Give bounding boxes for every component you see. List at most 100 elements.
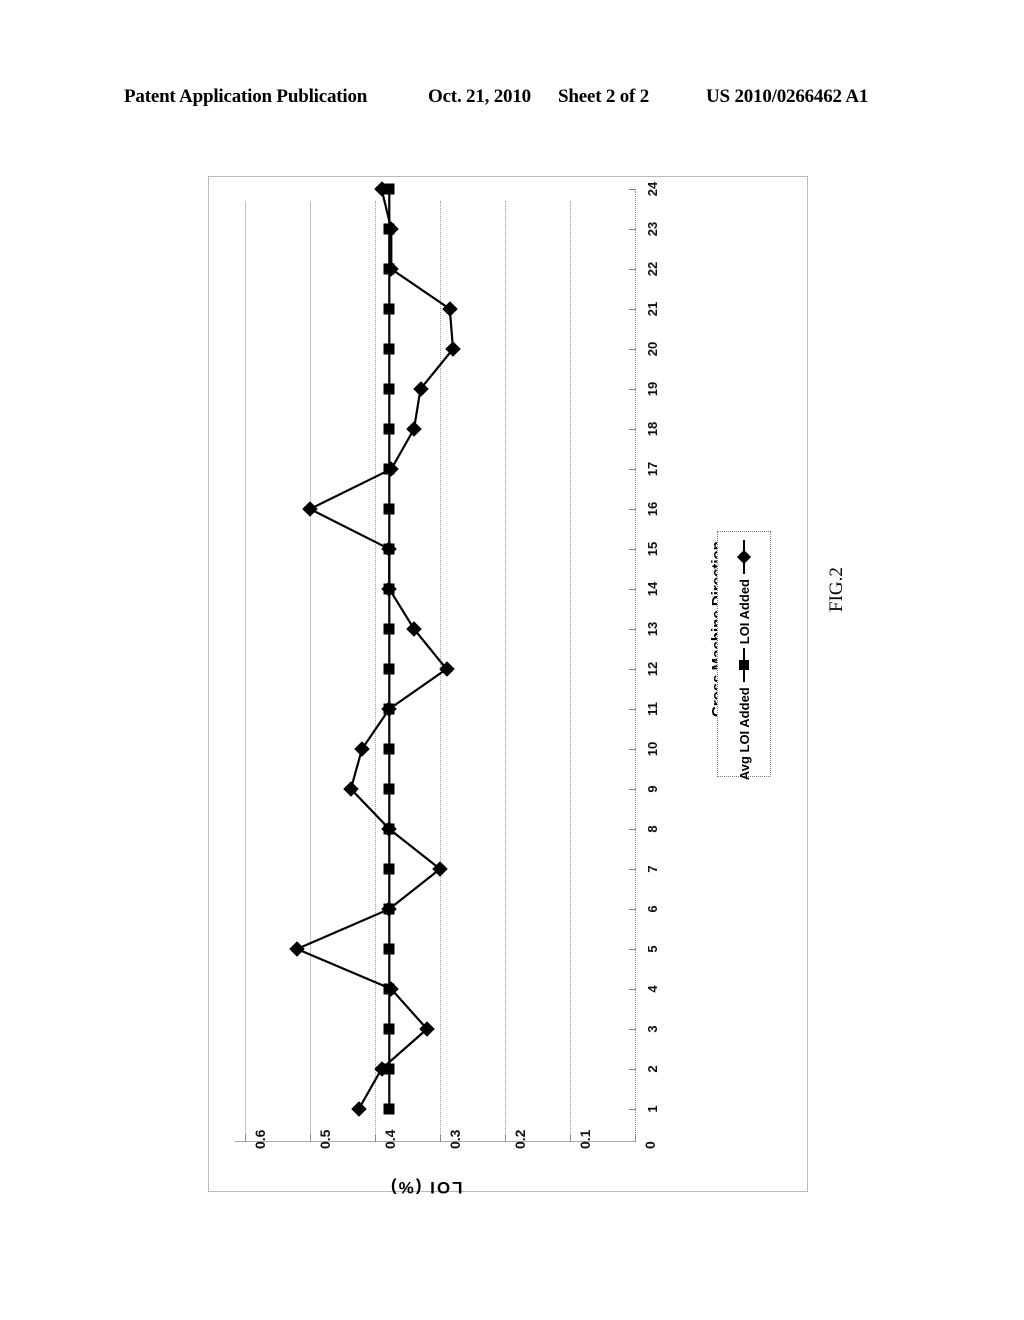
category-tick-label: 18 (645, 421, 660, 437)
value-tick (245, 1134, 246, 1142)
category-tick (629, 669, 636, 670)
data-point-square (383, 303, 395, 315)
value-tick-label: 0.5 (317, 1129, 333, 1149)
page-header: Patent Application Publication Oct. 21, … (0, 86, 1024, 114)
category-tick (629, 989, 636, 990)
value-tick-label: 0.2 (512, 1129, 528, 1149)
legend-entry-loi-added[interactable]: LOI Added (737, 540, 752, 644)
chart-plot-area: 1 2 3 4 5 6 7 8 9 10 11 12 13 14 15 16 17 18 19 20 21 22 23 24 … (209, 177, 809, 1197)
category-tick (629, 269, 636, 270)
data-point-square (383, 983, 395, 995)
category-tick (629, 629, 636, 630)
data-point-square (383, 663, 395, 675)
value-tick (505, 1134, 506, 1142)
value-tick (310, 1134, 311, 1142)
header-publication-label: Patent Application Publication (124, 86, 368, 107)
category-tick (629, 229, 636, 230)
category-tick (629, 949, 636, 950)
data-point-square (383, 343, 395, 355)
category-tick-label: 6 (645, 905, 660, 913)
value-axis-line (235, 1141, 635, 1142)
category-tick-label: 2 (645, 1065, 660, 1073)
category-tick-label: 16 (645, 501, 660, 517)
category-tick-label: 1 (645, 1105, 660, 1113)
data-point-square (383, 783, 395, 795)
category-tick (629, 429, 636, 430)
category-tick (629, 1069, 636, 1070)
figure-frame: 1 2 3 4 5 6 7 8 9 10 11 12 13 14 15 16 17 18 19 20 21 22 23 24 … (208, 176, 809, 1197)
data-point-square (383, 463, 395, 475)
category-tick (629, 1029, 636, 1030)
category-tick-label: 3 (645, 1025, 660, 1033)
data-point-square (383, 943, 395, 955)
value-tick (375, 1134, 376, 1142)
category-tick-label: 22 (645, 261, 660, 277)
data-point-square (383, 1023, 395, 1035)
category-tick (629, 749, 636, 750)
header-date-label: Oct. 21, 2010 (428, 86, 531, 107)
value-tick (570, 1134, 571, 1142)
category-tick (629, 789, 636, 790)
value-axis-title: LOI (%) (389, 1178, 463, 1197)
category-tick-label: 12 (645, 661, 660, 677)
header-sheet-label: Sheet 2 of 2 (558, 86, 650, 107)
category-tick-label: 19 (645, 381, 660, 397)
value-tick (440, 1134, 441, 1142)
category-tick (629, 589, 636, 590)
category-tick (629, 549, 636, 550)
data-point-square (383, 1063, 395, 1075)
category-tick-label: 17 (645, 461, 660, 477)
data-point-square (383, 263, 395, 275)
category-tick (629, 389, 636, 390)
category-tick-label: 4 (645, 985, 660, 993)
category-tick-label: 8 (645, 825, 660, 833)
category-tick (629, 869, 636, 870)
category-tick-label: 10 (645, 741, 660, 757)
data-point-square (383, 183, 395, 195)
data-point-square (383, 503, 395, 515)
category-tick-label: 24 (645, 181, 660, 197)
category-tick-label: 11 (645, 702, 660, 716)
value-tick-label: 0 (642, 1141, 658, 1149)
category-tick-label: 15 (645, 541, 660, 557)
value-tick-label: 0.4 (382, 1129, 398, 1149)
data-point-square (383, 583, 395, 595)
category-tick (629, 909, 636, 910)
data-point-square (383, 863, 395, 875)
value-tick-label: 0.3 (447, 1129, 463, 1149)
category-tick (629, 469, 636, 470)
data-point-square (383, 823, 395, 835)
value-tick-label: 0.6 (252, 1129, 268, 1149)
legend-entry-avg-loi-added[interactable]: Avg LOI Added (737, 648, 752, 780)
data-point-square (383, 623, 395, 635)
category-tick (629, 349, 636, 350)
data-point-square (383, 743, 395, 755)
category-tick (629, 309, 636, 310)
category-tick-label: 9 (645, 785, 660, 793)
category-tick-label: 14 (645, 581, 660, 597)
data-point-square (383, 903, 395, 915)
square-marker-icon (737, 648, 751, 683)
category-tick-label: 13 (645, 621, 660, 637)
category-tick-label: 20 (645, 341, 660, 357)
category-tick (629, 189, 636, 190)
category-tick-label: 23 (645, 221, 660, 237)
diamond-marker-icon (736, 540, 752, 574)
category-tick-label: 21 (645, 301, 660, 317)
data-point-square (383, 543, 395, 555)
category-tick-label: 7 (645, 865, 660, 873)
legend-inner: LOI Added Avg LOI Added (718, 532, 770, 780)
header-patent-number: US 2010/0266462 A1 (706, 86, 869, 107)
data-point-square (383, 703, 395, 715)
data-point-square (383, 223, 395, 235)
legend-label-avg-loi-added: Avg LOI Added (736, 687, 752, 781)
figure-caption: FIG.2 (826, 567, 847, 612)
value-tick-label: 0.1 (577, 1129, 593, 1149)
category-tick-label: 5 (645, 945, 660, 953)
category-axis-line (635, 191, 636, 1141)
category-tick (629, 1109, 636, 1110)
data-point-square (383, 423, 395, 435)
category-tick (629, 709, 636, 710)
category-tick (629, 509, 636, 510)
value-tick (635, 1134, 636, 1142)
